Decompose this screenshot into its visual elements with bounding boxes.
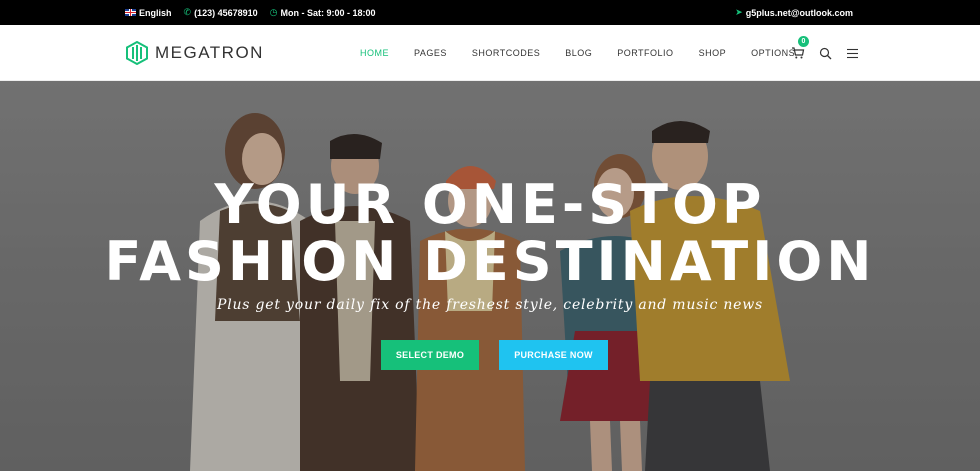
email-link[interactable]: ➤ g5plus.net@outlook.com xyxy=(735,8,853,18)
megatron-logo-icon xyxy=(126,41,148,65)
send-icon: ➤ xyxy=(735,7,743,17)
site-logo[interactable]: MEGATRON xyxy=(125,41,264,65)
nav-portfolio[interactable]: PORTFOLIO xyxy=(617,48,673,58)
menu-icon[interactable] xyxy=(846,48,859,59)
hero-title-line1: YOUR ONE-STOP xyxy=(214,173,766,236)
hours-info: ◷ Mon - Sat: 9:00 - 18:00 xyxy=(270,8,376,18)
main-nav: HOME PAGES SHORTCODES BLOG PORTFOLIO SHO… xyxy=(360,25,820,81)
header-icons: 0 xyxy=(791,25,859,81)
cart-button[interactable]: 0 xyxy=(791,36,809,60)
opening-hours: Mon - Sat: 9:00 - 18:00 xyxy=(280,7,376,18)
nav-blog[interactable]: BLOG xyxy=(565,48,592,58)
hero-title-line2: FASHION DESTINATION xyxy=(104,230,876,293)
clock-icon: ◷ xyxy=(269,7,278,17)
email-address: g5plus.net@outlook.com xyxy=(745,7,853,18)
nav-options[interactable]: OPTIONS xyxy=(751,48,795,58)
main-header: MEGATRON HOME PAGES SHORTCODES BLOG PORT… xyxy=(0,25,980,81)
phone-info: ✆ (123) 45678910 xyxy=(184,8,258,18)
language-selector[interactable]: English xyxy=(125,8,172,18)
search-icon[interactable] xyxy=(819,47,832,60)
uk-flag-icon xyxy=(125,9,136,16)
hero-slider: YOUR ONE-STOP FASHION DESTINATION Plus g… xyxy=(0,81,980,471)
cart-count-badge: 0 xyxy=(798,36,809,47)
language-label: English xyxy=(139,7,172,18)
phone-number: (123) 45678910 xyxy=(194,7,258,18)
nav-shop[interactable]: SHOP xyxy=(699,48,727,58)
top-bar: English ✆ (123) 45678910 ◷ Mon - Sat: 9:… xyxy=(0,0,980,25)
select-demo-button[interactable]: SELECT DEMO xyxy=(381,340,479,370)
cart-icon xyxy=(792,47,805,59)
logo-text: MEGATRON xyxy=(155,43,264,62)
hero-subtitle: Plus get your daily fix of the freshest … xyxy=(216,297,764,313)
nav-pages[interactable]: PAGES xyxy=(414,48,447,58)
phone-icon: ✆ xyxy=(183,7,192,17)
nav-shortcodes[interactable]: SHORTCODES xyxy=(472,48,540,58)
purchase-now-button[interactable]: PURCHASE NOW xyxy=(499,340,608,370)
nav-home[interactable]: HOME xyxy=(360,48,389,58)
